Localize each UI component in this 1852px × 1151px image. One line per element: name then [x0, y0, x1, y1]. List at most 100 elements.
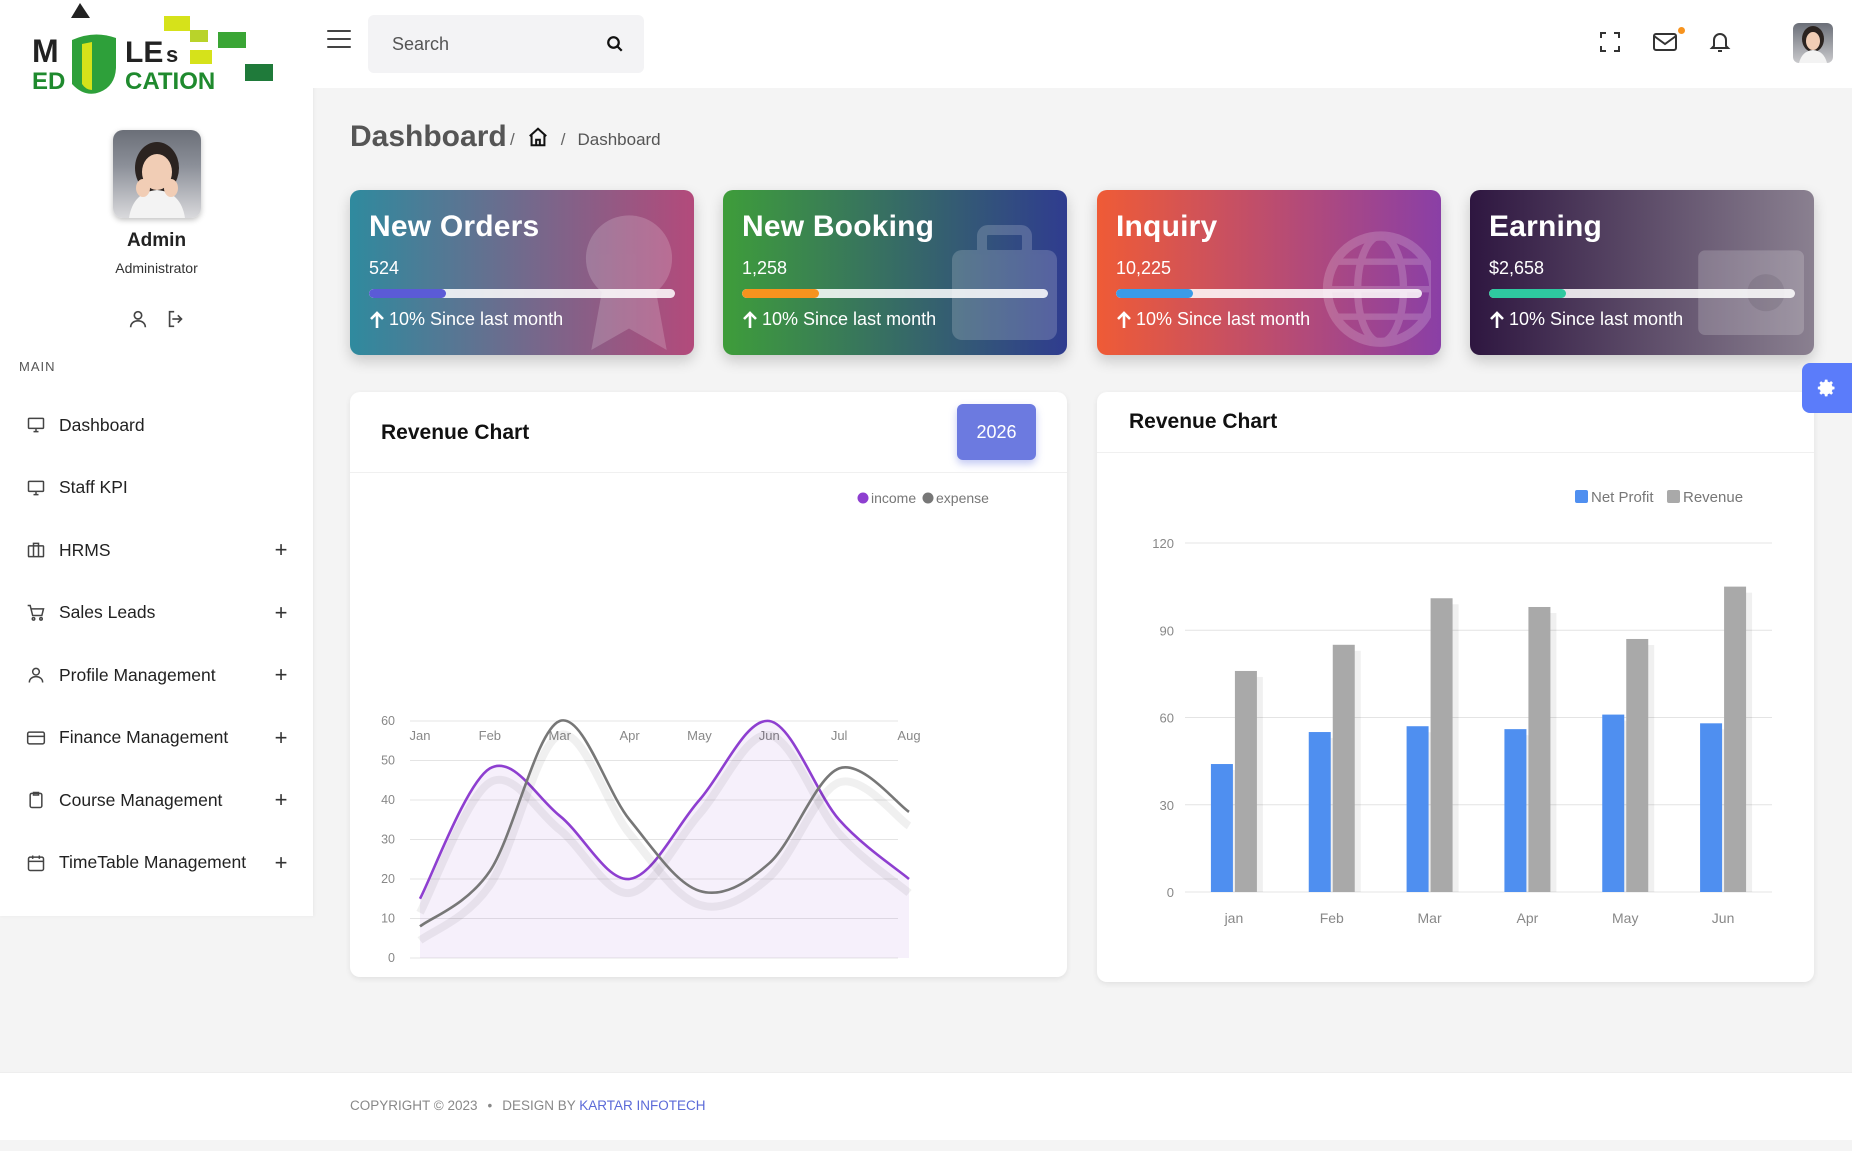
breadcrumb-current: Dashboard — [577, 129, 661, 149]
credit-card-icon — [25, 727, 47, 749]
user-icon[interactable] — [126, 307, 150, 331]
settings-gear-icon[interactable] — [1802, 363, 1852, 413]
home-icon[interactable] — [527, 126, 549, 153]
sidebar-item-hrms[interactable]: HRMS + — [0, 519, 313, 582]
company-link[interactable]: KARTAR INFOTECH — [579, 1098, 705, 1113]
footer-text: COPYRIGHT © 2023 • DESIGN BY KARTAR INFO… — [350, 1098, 706, 1113]
monitor-icon — [25, 414, 47, 436]
legend-label: expense — [936, 490, 989, 506]
sidebar-item-profile-management[interactable]: Profile Management + — [0, 644, 313, 707]
stat-since-label: 10% Since last month — [762, 309, 937, 329]
fullscreen-icon[interactable] — [1598, 30, 1624, 56]
stat-trend: 10% Since last month — [1116, 309, 1422, 330]
y-tick-label: 40 — [381, 793, 395, 807]
stat-value: 1,258 — [742, 258, 788, 278]
expand-icon[interactable]: + — [271, 600, 291, 626]
x-tick-label: May — [1612, 910, 1638, 926]
mail-icon[interactable] — [1652, 30, 1678, 56]
header-avatar[interactable] — [1793, 23, 1833, 63]
expand-icon[interactable]: + — [271, 537, 291, 563]
sidebar-item-timetable-management[interactable]: TimeTable Management + — [0, 832, 313, 895]
stat-title: Inquiry — [1116, 210, 1218, 243]
bar — [1700, 723, 1723, 892]
menu-heading: MAIN — [19, 359, 56, 374]
svg-text:CATION: CATION — [125, 68, 215, 95]
clipboard-icon — [25, 789, 47, 811]
x-tick-label: Jul — [831, 728, 848, 743]
bar — [1504, 729, 1527, 892]
sidebar-item-dashboard[interactable]: Dashboard — [0, 394, 313, 457]
profile-actions — [0, 307, 313, 331]
sidebar-item-label: Staff KPI — [59, 477, 128, 498]
bar — [1234, 670, 1257, 892]
logout-icon[interactable] — [164, 307, 188, 331]
y-tick-label: 50 — [381, 754, 395, 768]
sidebar-item-staff-kpi[interactable]: Staff KPI — [0, 457, 313, 520]
y-tick-label: 0 — [388, 951, 395, 965]
sidebar-item-course-management[interactable]: Course Management + — [0, 769, 313, 832]
y-tick-label: 10 — [381, 912, 395, 926]
bar — [1602, 714, 1625, 892]
bar — [1406, 726, 1429, 892]
design-by-label: DESIGN BY — [502, 1098, 576, 1113]
stat-card-new-booking[interactable]: New Booking 1,258 10% Since last month — [723, 190, 1067, 355]
search-box — [368, 15, 644, 73]
brand-logo[interactable]: M LE s ED CATION — [30, 0, 280, 104]
arrow-up-icon — [370, 310, 384, 328]
bar — [1332, 644, 1355, 892]
expand-icon[interactable]: + — [271, 787, 291, 813]
arrow-up-icon — [1117, 310, 1131, 328]
legend-label: Revenue — [1683, 489, 1743, 506]
profile-name: Admin — [126, 230, 187, 251]
top-header — [313, 0, 1852, 88]
stat-progress-fill — [1116, 289, 1193, 298]
bell-icon[interactable] — [1708, 30, 1734, 56]
x-tick-label: jan — [1224, 910, 1244, 926]
breadcrumb: / / Dashboard — [510, 126, 661, 153]
sidebar-item-label: Profile Management — [59, 664, 216, 685]
stat-card-new-orders[interactable]: New Orders 524 10% Since last month — [350, 190, 694, 355]
svg-text:M: M — [32, 33, 59, 69]
stat-progress-fill — [369, 289, 446, 298]
stat-value: $2,658 — [1489, 258, 1545, 278]
line-chart: 0102030405060Jan Feb Mar Apr May Jun Jul Auginc… — [381, 490, 989, 965]
stat-trend: 10% Since last month — [1489, 309, 1795, 330]
sidebar-item-label: Sales Leads — [59, 602, 156, 623]
bar-chart: 0 30 60 90 120 jan Feb Mar Apr May Jun Net Profit Re… — [1152, 489, 1772, 926]
sidebar-item-finance-management[interactable]: Finance Management + — [0, 707, 313, 770]
x-tick-label: Jan — [410, 728, 431, 743]
stat-since-label: 10% Since last month — [1136, 309, 1311, 329]
expand-icon[interactable]: + — [271, 850, 291, 876]
stat-progress-fill — [742, 289, 819, 298]
sidebar-item-sales-leads[interactable]: Sales Leads + — [0, 582, 313, 645]
expand-icon[interactable]: + — [271, 725, 291, 751]
sidebar-item-label: Finance Management — [59, 727, 229, 748]
header-actions — [1552, 0, 1852, 88]
stat-progress — [1116, 289, 1422, 298]
y-tick-label: 60 — [381, 714, 395, 728]
search-input[interactable] — [368, 15, 598, 73]
y-tick-label: 20 — [381, 872, 395, 886]
sidebar-item-label: Dashboard — [59, 414, 145, 435]
stat-progress-fill — [1489, 289, 1566, 298]
search-icon[interactable] — [606, 35, 624, 53]
y-tick-label: 30 — [1160, 798, 1174, 813]
x-tick-label: Feb — [479, 728, 501, 743]
svg-text:ED: ED — [32, 68, 65, 95]
bar — [1308, 732, 1331, 892]
profile-role: Administrator — [115, 260, 198, 276]
svg-text:LE: LE — [125, 36, 163, 69]
stat-progress — [1489, 289, 1795, 298]
menu-toggle-icon[interactable] — [327, 30, 351, 50]
sidebar-menu: Dashboard Staff KPI HRMS + Sales Leads +… — [0, 394, 313, 894]
legend-marker — [1575, 490, 1588, 503]
y-tick-label: 120 — [1152, 536, 1174, 551]
legend-marker — [857, 492, 869, 504]
profile-avatar[interactable] — [112, 130, 201, 218]
x-tick-label: Apr — [1517, 910, 1539, 926]
page-title: Dashboard — [350, 120, 507, 153]
expand-icon[interactable]: + — [271, 662, 291, 688]
stat-card-inquiry[interactable]: Inquiry 10,225 10% Since last month — [1097, 190, 1441, 355]
legend-marker — [1667, 490, 1680, 503]
stat-card-earning[interactable]: Earning $2,658 10% Since last month — [1470, 190, 1814, 355]
